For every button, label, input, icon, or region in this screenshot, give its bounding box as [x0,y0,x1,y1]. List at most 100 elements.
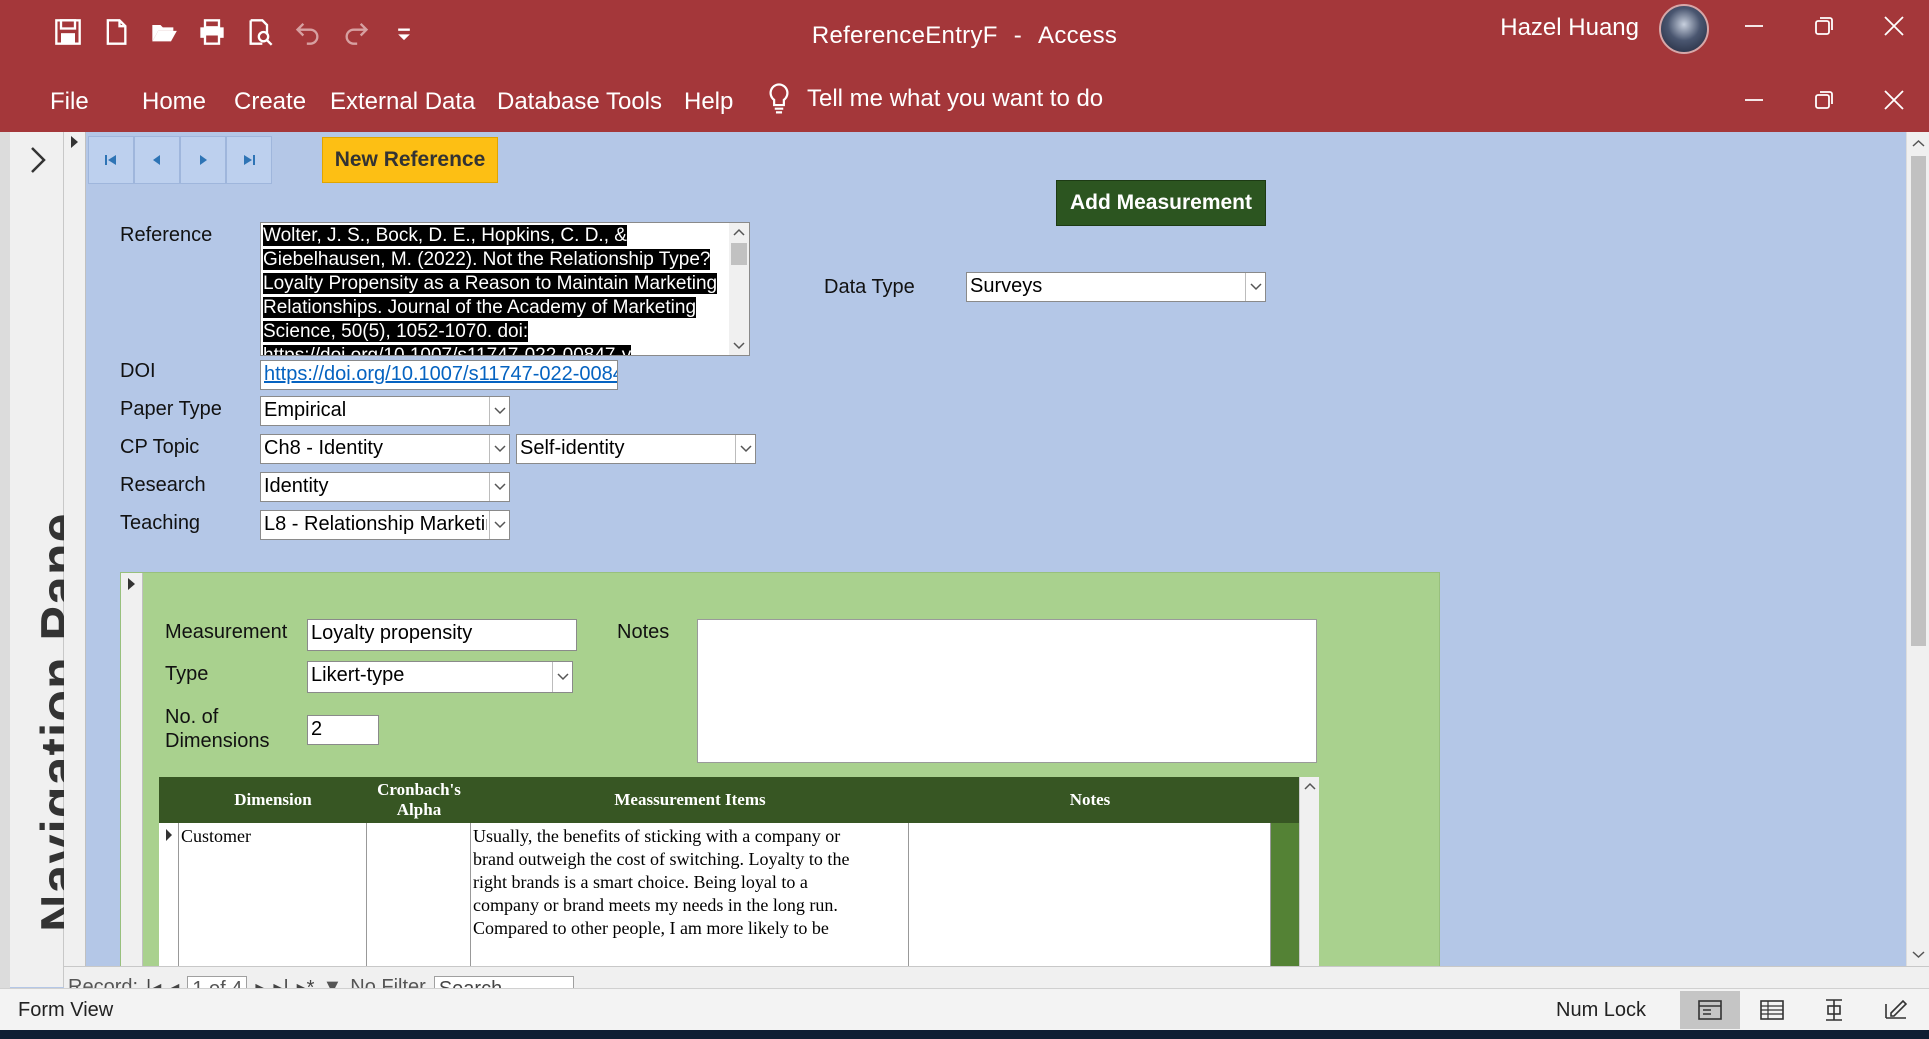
navigation-pane[interactable]: Navigation Pane [10,132,89,987]
measurement-field[interactable]: Loyalty propensity [307,619,577,651]
items-cell[interactable]: Usually, the benefits of sticking with a… [471,823,909,966]
type-combo[interactable]: Likert-type [307,661,573,693]
reference-text: Wolter, J. S., Bock, D. E., Hopkins, C. … [263,225,718,355]
search-input[interactable]: Search [433,975,574,988]
new-record-icon[interactable]: ▸* [297,975,315,988]
scroll-up-icon[interactable] [1912,138,1925,148]
paper-type-label: Paper Type [120,398,222,420]
tab-create[interactable]: Create [234,88,306,116]
teaching-combo[interactable]: L8 - Relationship Marketing [260,510,510,540]
dropdown-button[interactable] [489,435,509,463]
tell-me-text: Tell me what you want to do [807,85,1104,112]
restore-button[interactable] [1789,6,1859,46]
dimensions-datasheet: Dimension Cronbach's Alpha Meassurement … [159,777,1319,966]
reference-label: Reference [120,224,213,246]
record-position[interactable]: 1 of 4 [187,975,248,988]
doc-minimize-button[interactable] [1719,80,1789,120]
chevron-down-icon [556,673,569,681]
teaching-value: L8 - Relationship Marketing [264,513,487,535]
record-selector[interactable] [64,132,86,966]
dropdown-button[interactable] [489,397,509,425]
paper-type-combo[interactable]: Empirical [260,396,510,426]
column-header-alpha[interactable]: Cronbach's Alpha [367,777,471,823]
last-record-icon [244,155,255,165]
reference-textbox[interactable]: Wolter, J. S., Bock, D. E., Hopkins, C. … [260,222,750,356]
form-view-icon [1698,1000,1722,1020]
cp-topic-combo[interactable]: Ch8 - Identity [260,434,510,464]
dropdown-button[interactable] [489,473,509,501]
tab-help[interactable]: Help [684,88,733,116]
chevron-right-icon[interactable] [24,140,52,180]
form-view-button[interactable] [1680,991,1740,1029]
dropdown-button[interactable] [489,511,509,539]
close-icon [1884,90,1904,110]
datasheet-header: Dimension Cronbach's Alpha Meassurement … [159,777,1299,823]
scroll-up-icon[interactable] [1304,781,1316,791]
layout-view-button[interactable] [1804,991,1864,1029]
doc-close-button[interactable] [1859,80,1929,120]
avatar[interactable] [1659,4,1709,54]
chevron-down-icon [493,407,506,415]
first-record-icon[interactable]: |◂ [146,975,161,988]
tab-database-tools[interactable]: Database Tools [497,88,662,116]
previous-record-icon[interactable]: ◂ [169,975,179,988]
ribbon-tabs: File Home Create External Data Database … [0,72,1929,132]
design-view-button[interactable] [1866,991,1926,1029]
scroll-thumb[interactable] [731,243,747,265]
title-separator: - [1013,22,1023,49]
research-combo[interactable]: Identity [260,472,510,502]
data-type-combo[interactable]: Surveys [966,272,1266,302]
chevron-down-icon [493,521,506,529]
subform-record-selector[interactable] [121,573,143,966]
column-header-items[interactable]: Meassurement Items [471,777,909,823]
minimize-button[interactable] [1719,6,1789,46]
previous-record-button[interactable] [134,136,180,184]
doi-field[interactable]: https://doi.org/10.1007/s11747-022-0084 [260,360,618,390]
next-record-icon[interactable]: ▸ [255,975,265,988]
reference-entry-form: New Reference Add Measurement Reference … [86,132,1906,966]
document-name: ReferenceEntryF [811,22,998,49]
row-selector[interactable] [159,823,179,966]
column-header-dimension[interactable]: Dimension [179,777,367,823]
dropdown-button[interactable] [1245,273,1265,301]
current-row-icon [166,829,172,841]
tab-file[interactable]: File [50,88,89,116]
tab-home[interactable]: Home [142,88,206,116]
first-record-button[interactable] [88,136,134,184]
notes-textbox[interactable] [697,619,1317,763]
dimension-cell[interactable]: Customer [179,823,367,966]
datasheet-view-button[interactable] [1742,991,1802,1029]
cp-subtopic-combo[interactable]: Self-identity [516,434,756,464]
scroll-down-icon[interactable] [733,341,745,351]
table-row[interactable]: Customer Usually, the benefits of sticki… [159,823,1299,966]
tab-external-data[interactable]: External Data [330,88,475,116]
filter-icon[interactable]: ▼ [322,976,342,988]
dropdown-button[interactable] [735,435,755,463]
current-record-icon [128,578,135,590]
filter-status[interactable]: No Filter [350,976,426,988]
last-record-button[interactable] [226,136,272,184]
scroll-thumb[interactable] [1911,156,1926,646]
form-scrollbar[interactable] [1906,132,1929,966]
next-record-button[interactable] [180,136,226,184]
access-window: ReferenceEntryF - Access Hazel Huang File … [0,0,1929,1039]
datasheet-scrollbar[interactable] [1299,777,1319,966]
lightbulb-icon [769,83,789,114]
column-header-notes[interactable]: Notes [909,777,1271,823]
restore-icon [1815,91,1833,109]
alpha-cell[interactable] [367,823,471,966]
doc-restore-button[interactable] [1789,80,1859,120]
close-button[interactable] [1859,6,1929,46]
reference-scrollbar[interactable] [729,223,749,355]
scroll-down-icon[interactable] [1912,950,1925,960]
dimensions-field[interactable]: 2 [307,715,379,745]
new-reference-button[interactable]: New Reference [322,137,498,183]
scroll-up-icon[interactable] [733,227,745,237]
app-name: Access [1038,22,1118,49]
notes-cell[interactable] [909,823,1271,966]
tell-me-search[interactable]: Tell me what you want to do [765,82,1103,116]
add-measurement-button[interactable]: Add Measurement [1056,180,1266,226]
dropdown-button[interactable] [552,662,572,692]
last-record-icon[interactable]: ▸| [273,975,288,988]
user-name[interactable]: Hazel Huang [1500,14,1639,42]
